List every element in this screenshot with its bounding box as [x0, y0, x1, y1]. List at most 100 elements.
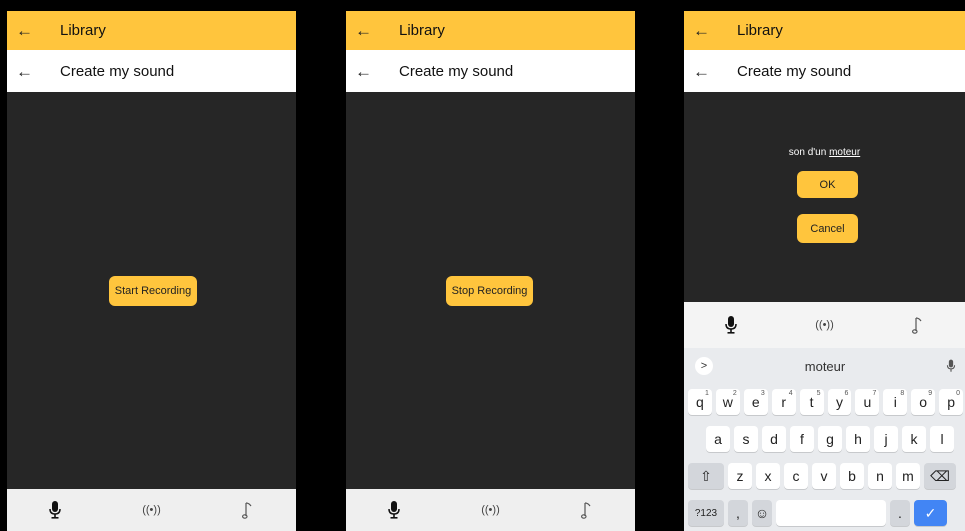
- key-label: c: [792, 468, 800, 484]
- key-label: m: [902, 468, 914, 484]
- emoji-key[interactable]: ☺: [752, 500, 772, 526]
- start-recording-button[interactable]: Start Recording: [109, 276, 197, 306]
- microphone-icon: [49, 501, 61, 519]
- key-k[interactable]: k: [902, 426, 926, 452]
- sound-name-input[interactable]: son d'un moteur: [684, 147, 965, 158]
- sub-header: ← Create my sound: [684, 50, 965, 92]
- key-label: w: [722, 394, 733, 410]
- key-x[interactable]: x: [756, 463, 780, 489]
- key-label: v: [820, 468, 828, 484]
- back-arrow-icon[interactable]: ←: [693, 22, 717, 39]
- music-note-icon: [580, 502, 591, 519]
- back-arrow-icon[interactable]: ←: [16, 63, 40, 80]
- nav-record[interactable]: [346, 489, 442, 531]
- key-p[interactable]: p0: [939, 389, 964, 415]
- nav-record[interactable]: [7, 489, 103, 531]
- app-bar: ← Library: [7, 11, 296, 50]
- key-q[interactable]: q1: [688, 389, 712, 415]
- key-label: e: [751, 394, 760, 410]
- key-j[interactable]: j: [874, 426, 898, 452]
- key-hint: 5: [816, 390, 821, 397]
- sound-name-word: moteur: [829, 147, 861, 158]
- key-n[interactable]: n: [868, 463, 892, 489]
- nav-sounds[interactable]: ((•)): [778, 302, 872, 348]
- nav-music[interactable]: [871, 302, 965, 348]
- back-arrow-icon[interactable]: ←: [355, 22, 379, 39]
- space-key[interactable]: [776, 500, 886, 526]
- voice-input-button[interactable]: [937, 359, 965, 373]
- nav-music[interactable]: [539, 489, 635, 531]
- back-arrow-icon[interactable]: ←: [16, 22, 40, 39]
- key-i[interactable]: i8: [883, 389, 908, 415]
- key-m[interactable]: m: [896, 463, 920, 489]
- key-row-3: ⇧ z x c v b n m ⌫: [686, 463, 965, 489]
- ok-button[interactable]: OK: [797, 171, 858, 198]
- key-r[interactable]: r4: [771, 389, 796, 415]
- key-label: g: [826, 431, 834, 447]
- suggestion-word[interactable]: moteur: [713, 359, 937, 374]
- key-f[interactable]: f: [790, 426, 814, 452]
- app-bar-title: Library: [399, 22, 445, 39]
- key-d[interactable]: d: [762, 426, 786, 452]
- music-note-icon: [912, 317, 922, 334]
- stop-recording-button[interactable]: Stop Recording: [446, 276, 533, 306]
- key-h[interactable]: h: [846, 426, 870, 452]
- key-l[interactable]: l: [930, 426, 954, 452]
- enter-key[interactable]: ✓: [914, 500, 947, 526]
- key-v[interactable]: v: [812, 463, 836, 489]
- key-label: k: [910, 431, 918, 447]
- key-g[interactable]: g: [818, 426, 842, 452]
- key-z[interactable]: z: [728, 463, 752, 489]
- cancel-button[interactable]: Cancel: [797, 214, 858, 243]
- key-label: d: [770, 431, 778, 447]
- key-u[interactable]: u7: [855, 389, 880, 415]
- nav-music[interactable]: [200, 489, 296, 531]
- period-key[interactable]: .: [890, 500, 910, 526]
- key-row-2: asdfg hjk l: [704, 426, 965, 452]
- screen-stop-recording: ← Library ← Create my sound Stop Recordi…: [346, 11, 635, 531]
- key-label: y: [835, 394, 843, 410]
- screen-name-sound: ← Library ← Create my sound son d'un mot…: [684, 11, 965, 531]
- key-c[interactable]: c: [784, 463, 808, 489]
- key-b[interactable]: b: [840, 463, 864, 489]
- key-label: h: [854, 431, 862, 447]
- nav-record[interactable]: [684, 302, 778, 348]
- key-e[interactable]: e3: [743, 389, 768, 415]
- key-label: r: [781, 394, 786, 410]
- key-label: b: [848, 468, 856, 484]
- key-hint: 7: [872, 390, 877, 397]
- back-arrow-icon[interactable]: ←: [693, 63, 717, 80]
- nav-sounds[interactable]: ((•)): [103, 489, 199, 531]
- key-label: x: [764, 468, 772, 484]
- back-arrow-icon[interactable]: ←: [355, 63, 379, 80]
- app-bar: ← Library: [684, 11, 965, 50]
- key-label: l: [940, 431, 944, 447]
- bottom-navigation: ((•)): [346, 489, 635, 531]
- key-a[interactable]: a: [706, 426, 730, 452]
- key-label: i: [893, 394, 897, 410]
- key-y[interactable]: y6: [827, 389, 852, 415]
- key-label: a: [714, 431, 722, 447]
- key-hint: 4: [788, 390, 793, 397]
- key-s[interactable]: s: [734, 426, 758, 452]
- key-w[interactable]: w2: [715, 389, 740, 415]
- page-title: Create my sound: [60, 62, 175, 80]
- broadcast-icon: ((•)): [142, 504, 161, 516]
- key-label: o: [919, 394, 928, 410]
- shift-key[interactable]: ⇧: [688, 463, 724, 489]
- bottom-navigation: ((•)): [7, 489, 296, 531]
- soft-keyboard: > moteur q1w2e3r4t5y6u7i8o9p0 asdfghjkl …: [684, 348, 965, 531]
- key-label: p: [947, 394, 955, 410]
- key-label: q: [696, 394, 704, 410]
- key-label: n: [876, 468, 884, 484]
- comma-key[interactable]: ,: [728, 500, 748, 526]
- nav-sounds[interactable]: ((•)): [442, 489, 538, 531]
- broadcast-icon: ((•)): [815, 319, 834, 331]
- key-o[interactable]: o9: [911, 389, 936, 415]
- backspace-key[interactable]: ⌫: [924, 463, 956, 489]
- bottom-navigation: ((•)): [684, 302, 965, 348]
- key-t[interactable]: t5: [799, 389, 824, 415]
- expand-suggestions-icon[interactable]: >: [695, 357, 713, 375]
- numbers-key[interactable]: ?123: [688, 500, 724, 526]
- app-bar: ← Library: [346, 11, 635, 50]
